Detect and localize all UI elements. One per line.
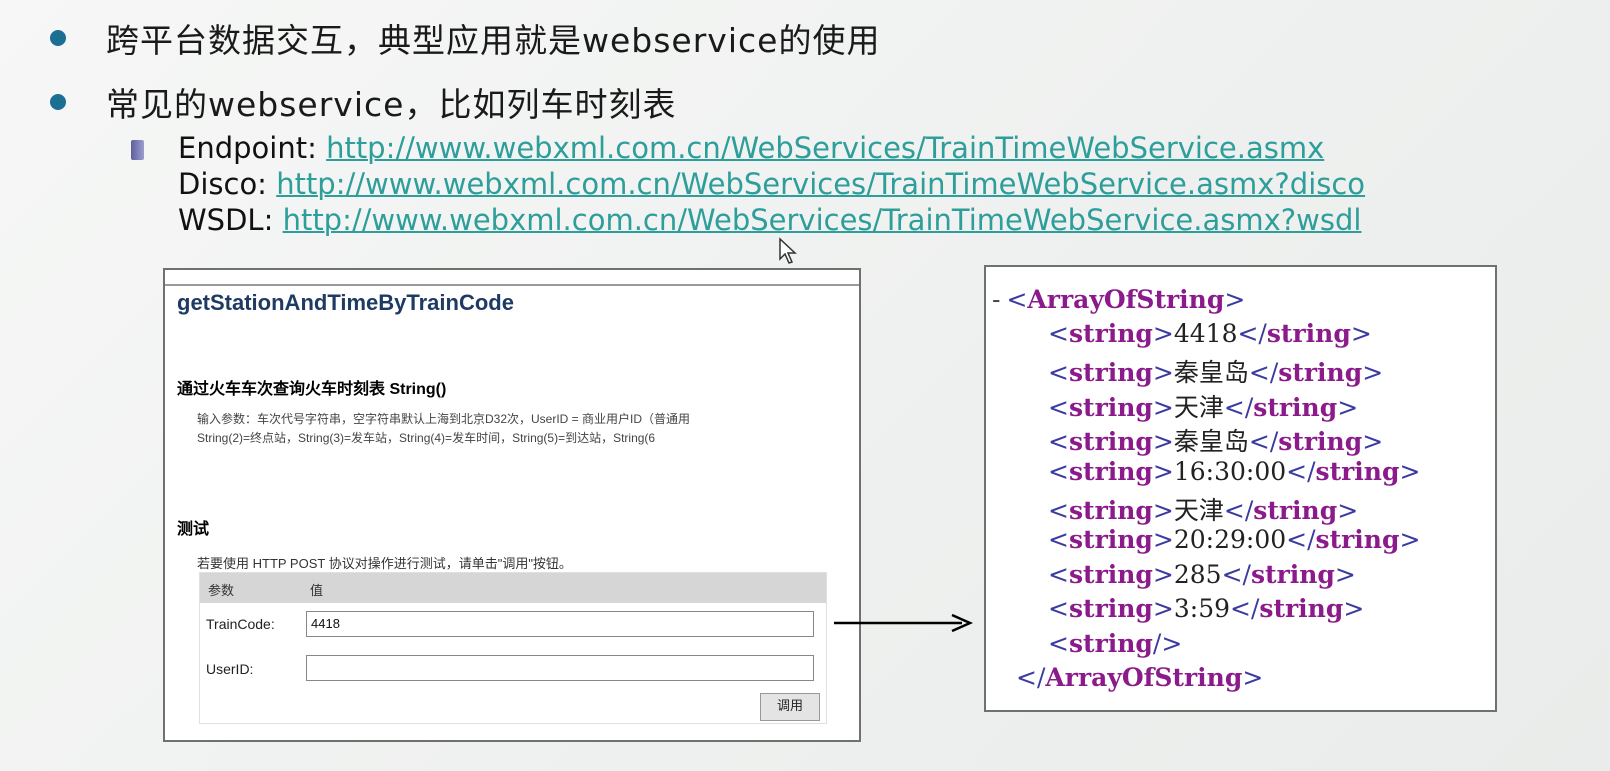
traincode-label: TrainCode: [206,616,275,632]
disco-link[interactable]: http://www.webxml.com.cn/WebServices/Tra… [276,167,1365,201]
divider [165,284,859,286]
param-column-header: 参数 [208,583,235,598]
value-column-header: 值 [310,583,324,598]
invoke-button[interactable]: 调用 [760,693,820,721]
description-line: String(2)=终点站，String(3)=发车站，String(4)=发车… [197,431,656,445]
xml-empty-string-item: <string/> [1048,628,1183,658]
userid-input[interactable] [306,655,814,681]
xml-string-item: <string>天津</string> [1048,496,1359,525]
xml-string-item: <string>4418</string> [1048,319,1372,348]
xml-string-item: <string>秦皇岛</string> [1048,427,1384,457]
disco-label: Disco: [178,167,267,201]
service-test-page: getStationAndTimeByTrainCode 通过火车车次查询火车时… [163,268,861,742]
description-line: 输入参数：车次代号字符串，空字符串默认上海到北京D32次，UserID = 商业… [197,412,691,426]
endpoint-list: Endpoint: http://www.webxml.com.cn/WebSe… [178,130,1365,238]
operation-title: getStationAndTimeByTrainCode [177,290,514,315]
sub-bullet-icon [131,140,144,160]
bullet-dot-icon [50,30,66,46]
xml-string-item: <string>20:29:00</string> [1048,525,1421,555]
collapse-icon[interactable]: - [992,285,1000,314]
wsdl-link[interactable]: http://www.webxml.com.cn/WebServices/Tra… [283,203,1362,237]
form-header: 参数 值 [200,573,826,603]
endpoint-label: Endpoint: [178,131,317,165]
operation-description-heading: 通过火车车次查询火车时刻表 String() [177,381,447,398]
endpoint-link[interactable]: http://www.webxml.com.cn/WebServices/Tra… [326,131,1324,165]
xml-response-panel: - <ArrayOfString> <string>4418</string> <s… [984,265,1497,712]
wsdl-line: WSDL: http://www.webxml.com.cn/WebServic… [178,202,1365,238]
operation-description: 输入参数：车次代号字符串，空字符串默认上海到北京D32次，UserID = 商业… [197,410,690,448]
xml-string-item: <string>285</string> [1048,559,1356,589]
bullet-dot-icon [50,94,66,110]
endpoint-line: Endpoint: http://www.webxml.com.cn/WebSe… [178,130,1365,166]
wsdl-label: WSDL: [178,203,274,237]
traincode-input[interactable]: 4418 [306,611,814,637]
xml-root-close: </ArrayOfString> [1016,663,1264,692]
mouse-cursor-icon [779,237,797,264]
xml-string-item: <string>3:59</string> [1048,594,1365,624]
test-hint: 若要使用 HTTP POST 协议对操作进行测试，请单击"调用"按钮。 [197,556,572,571]
bullet-1-text: 跨平台数据交互，典型应用就是webservice的使用 [106,21,881,60]
bullet-2: 常见的webservice，比如列车时刻表 [50,78,676,126]
xml-root-open: - <ArrayOfString> [992,285,1246,314]
disco-line: Disco: http://www.webxml.com.cn/WebServi… [178,166,1365,202]
test-form: 参数 值 TrainCode: 4418 UserID: 调用 [199,572,827,724]
bullet-2-text: 常见的webservice，比如列车时刻表 [106,85,677,124]
test-heading: 测试 [177,521,210,538]
xml-string-item: <string>秦皇岛</string> [1048,358,1384,388]
userid-label: UserID: [206,661,254,677]
xml-string-item: <string>16:30:00</string> [1048,456,1421,486]
xml-string-item: <string>天津</string> [1048,392,1359,422]
arrow-right-icon [834,613,974,633]
bullet-1: 跨平台数据交互，典型应用就是webservice的使用 [50,14,880,62]
